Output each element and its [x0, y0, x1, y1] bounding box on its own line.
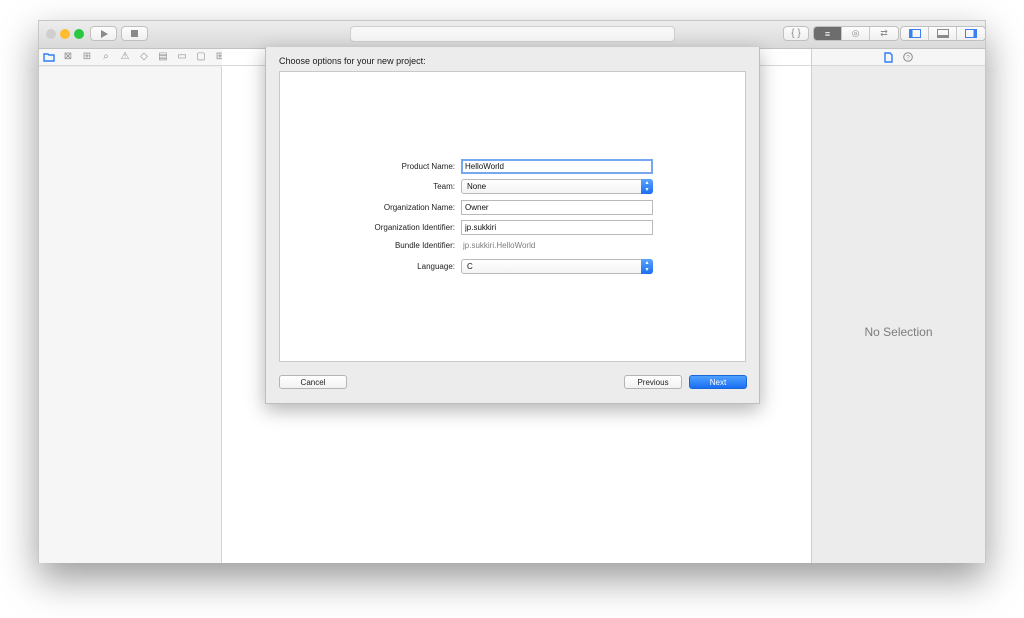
- debug-icon[interactable]: ▤: [157, 51, 169, 63]
- source-control-icon[interactable]: ⊠: [62, 51, 74, 63]
- standard-editor-icon[interactable]: ≡: [814, 27, 842, 40]
- inspector-selector-bar: ?: [812, 49, 985, 66]
- symbol-icon[interactable]: ⊞: [81, 51, 93, 63]
- minimize-window-button[interactable]: [60, 29, 70, 39]
- help-icon[interactable]: ?: [903, 52, 913, 62]
- assistant-editor-icon[interactable]: ◎: [842, 27, 870, 40]
- language-value: C: [467, 262, 473, 271]
- next-button[interactable]: Next: [689, 375, 747, 389]
- play-icon: [100, 29, 108, 38]
- updown-chevron-icon: ▴ ▾: [641, 259, 653, 274]
- version-editor-icon[interactable]: ⇄: [870, 27, 898, 40]
- cancel-button[interactable]: Cancel: [279, 375, 347, 389]
- navigator-toggle-icon[interactable]: [901, 27, 929, 40]
- options-form: Product Name: Team: None ▴▾ Organization…: [279, 71, 746, 362]
- test-icon[interactable]: ◇: [138, 51, 150, 63]
- organization-identifier-label: Organization Identifier:: [374, 223, 456, 232]
- bundle-identifier-value: jp.sukkiri.HelloWorld: [463, 241, 536, 250]
- activity-viewer: [350, 26, 675, 42]
- report-icon[interactable]: ▢: [195, 51, 207, 63]
- product-name-field[interactable]: [461, 159, 653, 174]
- team-label: Team:: [433, 182, 455, 191]
- library-button[interactable]: { }: [783, 26, 809, 41]
- team-popup[interactable]: None ▴ ▾: [461, 179, 653, 194]
- bundle-identifier-label: Bundle Identifier:: [394, 241, 455, 250]
- run-button[interactable]: [90, 26, 117, 41]
- view-toggle-segmented-control: [900, 26, 986, 41]
- search-icon[interactable]: ⌕: [100, 51, 112, 63]
- product-name-label: Product Name:: [401, 162, 455, 171]
- svg-text:?: ?: [906, 55, 910, 62]
- braces-icon: { }: [791, 28, 801, 39]
- project-options-sheet: Choose options for your new project: Pro…: [265, 47, 760, 404]
- breakpoint-icon[interactable]: ▭: [176, 51, 188, 63]
- toolbar: { } ≡ ◎ ⇄: [39, 21, 986, 49]
- organization-identifier-field[interactable]: [461, 220, 653, 235]
- navigator-panel: [39, 67, 222, 563]
- close-window-button[interactable]: [46, 29, 56, 39]
- stop-button[interactable]: [121, 26, 148, 41]
- previous-button[interactable]: Previous: [624, 375, 682, 389]
- editor-mode-segmented-control: ≡ ◎ ⇄: [813, 26, 899, 41]
- debug-area-toggle-icon[interactable]: [929, 27, 957, 40]
- warning-icon[interactable]: ⚠: [119, 51, 131, 63]
- zoom-window-button[interactable]: [74, 29, 84, 39]
- stop-icon: [131, 30, 138, 37]
- team-value: None: [467, 182, 487, 191]
- organization-name-label: Organization Name:: [383, 203, 455, 212]
- folder-icon[interactable]: [43, 51, 55, 63]
- inspector-panel: ? No Selection: [811, 49, 985, 563]
- organization-name-field[interactable]: [461, 200, 653, 215]
- inspector-toggle-icon[interactable]: [957, 27, 985, 40]
- sheet-title: Choose options for your new project:: [279, 56, 426, 66]
- language-label: Language:: [417, 262, 455, 271]
- language-popup[interactable]: C ▴ ▾: [461, 259, 653, 274]
- file-inspector-icon[interactable]: [884, 51, 893, 63]
- no-selection-label: No Selection: [864, 325, 933, 339]
- updown-chevron-icon: ▴ ▾: [641, 179, 653, 194]
